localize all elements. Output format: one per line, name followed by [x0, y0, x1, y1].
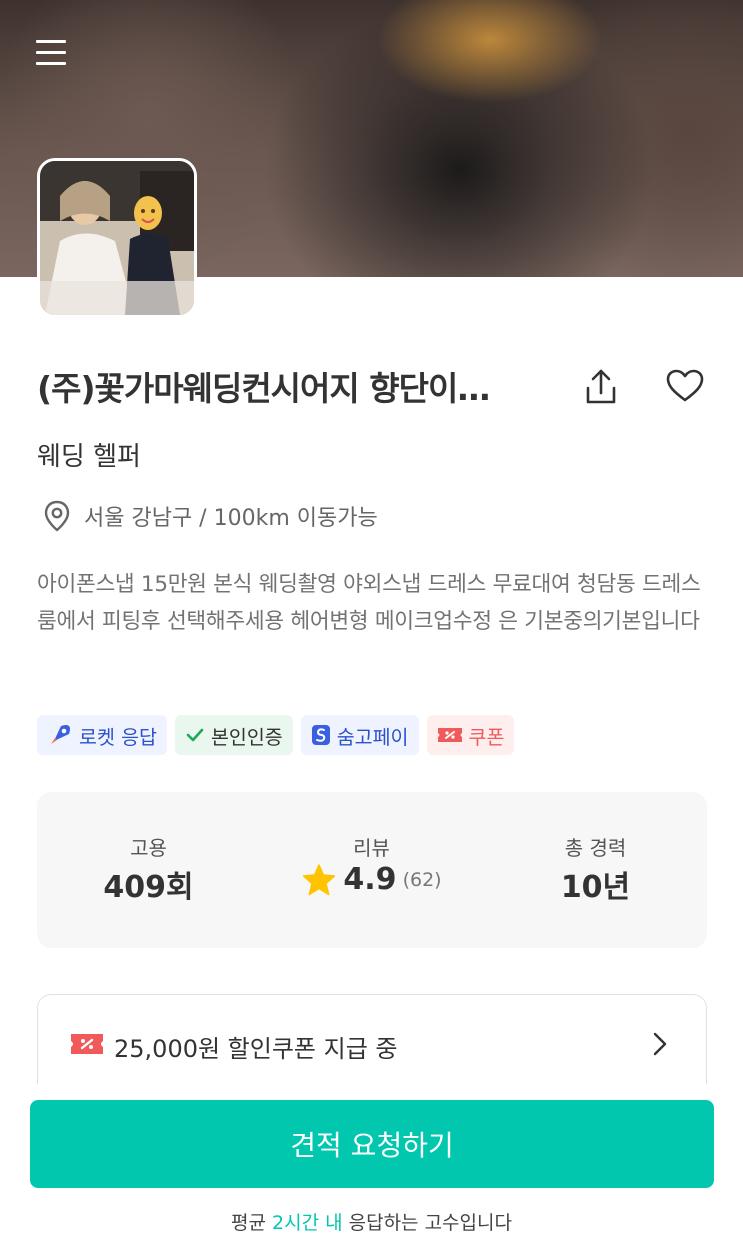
like-button[interactable]	[666, 369, 704, 407]
coupon-text: 25,000원 할인쿠폰 지급 중	[114, 1035, 398, 1063]
soomgo-pay-icon	[311, 725, 330, 745]
badge-soomgo-pay: 숨고페이	[300, 715, 419, 755]
stat-review-value: 4.9 (62)	[260, 862, 483, 897]
hamburger-menu-icon	[36, 40, 66, 43]
review-count: (62)	[402, 868, 442, 891]
stats-panel: 고용 409회 리뷰 4.9 (62) 총 경력 10년	[37, 792, 707, 948]
heart-icon	[666, 369, 704, 402]
profile-photo	[37, 158, 197, 318]
stat-hire: 고용 409회	[37, 792, 260, 948]
coupon-banner[interactable]: 25,000원 할인쿠폰 지급 중	[37, 994, 707, 1094]
note-highlight: 2시간 내	[272, 1212, 343, 1234]
stat-review[interactable]: 리뷰 4.9 (62)	[260, 792, 483, 948]
page-title: (주)꽃가마웨딩컨시어지 향단이…	[37, 369, 490, 408]
response-time-note: 평균 2시간 내 응답하는 고수입니다	[0, 1208, 743, 1235]
coupon-icon	[437, 728, 462, 742]
category-label: 웨딩 헬퍼	[37, 442, 141, 472]
request-quote-button[interactable]: 견적 요청하기	[30, 1100, 714, 1188]
stat-hire-label: 고용	[130, 836, 167, 860]
badge-list: 로켓 응답 본인인증 숨고페이 쿠폰	[37, 715, 515, 755]
badge-identity-verified: 본인인증	[174, 715, 293, 755]
profile-description: 아이폰스냅 15만원 본식 웨딩촬영 야외스냅 드레스 무료대여 청담동 드레스…	[37, 572, 701, 634]
note-suffix: 응답하는 고수입니다	[342, 1212, 512, 1234]
share-icon	[586, 369, 616, 404]
badge-label: 숨고페이	[336, 725, 409, 749]
rocket-icon	[51, 725, 70, 744]
stat-career-value: 10년	[560, 870, 631, 905]
hamburger-line	[36, 62, 66, 65]
stat-career: 총 경력 10년	[484, 792, 707, 948]
badge-label: 쿠폰	[468, 725, 505, 749]
location-info: 서울 강남구 / 100km 이동가능	[42, 500, 378, 532]
coupon-icon	[71, 1034, 103, 1054]
chevron-right-icon	[653, 1032, 667, 1056]
note-prefix: 평균	[231, 1212, 272, 1234]
badge-coupon: 쿠폰	[426, 715, 515, 755]
check-icon	[186, 728, 204, 742]
stat-career-label: 총 경력	[564, 836, 627, 860]
hamburger-line	[36, 51, 66, 54]
location-text: 서울 강남구 / 100km 이동가능	[84, 506, 378, 531]
share-button[interactable]	[583, 368, 619, 410]
badge-label: 로켓 응답	[79, 725, 157, 749]
menu-button[interactable]	[36, 40, 68, 66]
location-pin-icon	[44, 500, 70, 532]
stat-hire-value: 409회	[103, 870, 194, 905]
stat-review-label: 리뷰	[353, 836, 390, 860]
review-rating: 4.9	[343, 862, 397, 897]
star-icon	[303, 863, 336, 895]
badge-label: 본인인증	[210, 725, 283, 749]
badge-rocket-response: 로켓 응답	[37, 715, 167, 755]
